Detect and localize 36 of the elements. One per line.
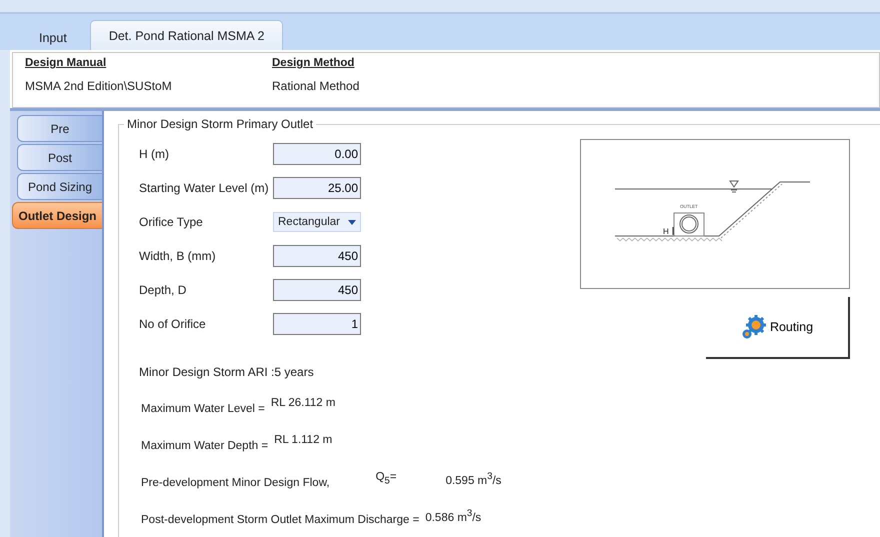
result-label: Maximum Water Depth = [141,439,268,452]
tab[interactable]: Input [20,24,86,50]
side-tab[interactable]: Outlet Design [12,202,102,229]
result-label: Pre-development Minor Design Flow, [141,476,330,489]
result-value: 0.586 m$^{3}$/s [425,508,482,524]
field-label: Depth, D [139,283,188,297]
column-value: MSMA 2nd Edition\SUStoM [25,79,173,93]
side-tab[interactable]: Post [17,144,102,171]
routing-button[interactable]: Routing [706,297,850,359]
side-tab[interactable]: Pre [17,115,102,142]
orifice-type-dropdown[interactable]: Rectangular [273,212,361,232]
result-value: RL 1.112 m [274,434,332,446]
result-label: Maximum Water Level = [141,402,265,415]
ari-text: Minor Design Storm ARI :5 years [139,365,315,379]
group-title: Minor Design Storm Primary Outlet [126,117,314,131]
result-label: Post-development Storm Outlet Maximum Discharge = [141,513,420,526]
flow-symbol: Q$_{5}$= [374,471,398,486]
gears-icon [740,314,767,340]
field-label: Width, B (mm) [139,249,217,263]
column-value: Rational Method [272,79,360,93]
side-tab[interactable]: Pond Sizing [17,173,102,200]
field-label: Starting Water Level (m) [139,181,270,195]
field-label: Orifice Type [139,215,204,229]
field-label: H (m) [139,147,170,161]
tab[interactable]: Det. Pond Rational MSMA 2 [90,20,284,50]
number-field[interactable]: 0.00 [273,143,361,165]
column-heading: Design Manual [25,57,108,69]
result-value: RL 26.112 m [270,397,336,409]
caret-icon [348,220,356,224]
number-field[interactable]: 450 [273,279,361,301]
column-heading: Design Method [272,57,356,69]
number-field[interactable]: 25.00 [273,177,361,199]
field-label: No of Orifice [139,317,207,331]
result-value: 0.595 m$^{3}$/s [446,471,502,487]
number-field[interactable]: 450 [273,245,361,267]
number-field[interactable]: 1 [273,313,361,335]
